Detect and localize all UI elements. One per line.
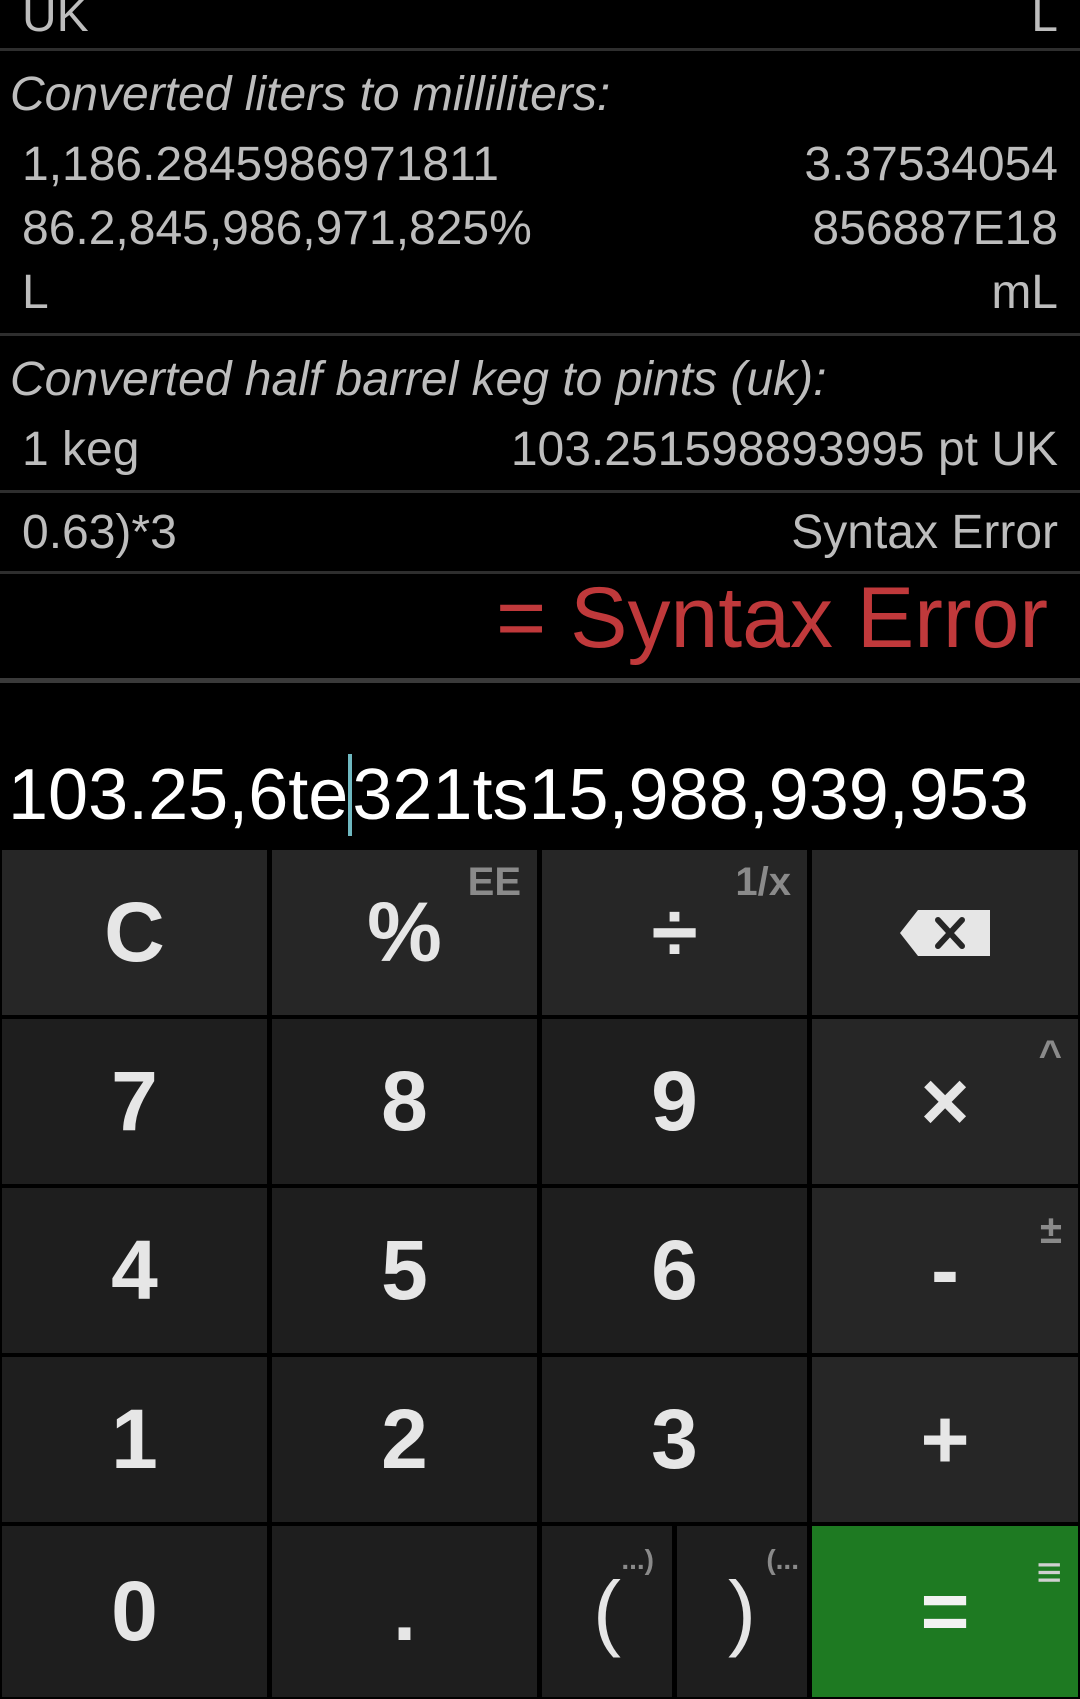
plus-button[interactable]: +	[812, 1357, 1078, 1522]
open-parenthesis-button[interactable]: ( ...)	[542, 1526, 672, 1697]
history-unit: L	[22, 266, 49, 319]
history-right: Syntax Error	[791, 506, 1058, 559]
equals-button[interactable]: = ≡	[812, 1526, 1078, 1697]
clear-label: C	[104, 885, 165, 979]
plus-label: +	[920, 1392, 970, 1486]
decimal-label: .	[392, 1564, 417, 1658]
history-right: 103.251598893995 pt UK	[510, 423, 1058, 476]
digit-6-button[interactable]: 6	[542, 1188, 807, 1353]
digit-label: 2	[381, 1392, 428, 1486]
digit-label: 3	[651, 1392, 698, 1486]
history-value: 1,186.2845986971811	[22, 138, 499, 191]
reciprocal-sublabel: 1/x	[735, 860, 791, 904]
close-parenthesis-button[interactable]: ) (...	[677, 1526, 807, 1697]
percent-label: %	[367, 885, 442, 979]
digit-4-button[interactable]: 4	[2, 1188, 267, 1353]
digit-1-button[interactable]: 1	[2, 1357, 267, 1522]
history-panel[interactable]: UK L Converted liters to milliliters: 1,…	[0, 0, 1080, 574]
percent-button[interactable]: % EE	[272, 850, 537, 1015]
digit-label: 4	[111, 1223, 158, 1317]
clear-button[interactable]: C	[2, 850, 267, 1015]
history-left: 0.63)*3	[22, 506, 177, 559]
history-value: 3.37534054	[804, 138, 1058, 191]
digit-8-button[interactable]: 8	[272, 1019, 537, 1184]
backspace-button[interactable]	[812, 850, 1078, 1015]
history-entry-liters[interactable]: Converted liters to milliliters: 1,186.2…	[0, 51, 1080, 325]
history-left-block: 1,186.2845986971811 86.2,845,986,971,825…	[22, 133, 532, 325]
digit-2-button[interactable]: 2	[272, 1357, 537, 1522]
display-separator	[0, 678, 1080, 683]
minus-button[interactable]: - ±	[812, 1188, 1078, 1353]
history-row: 1,186.2845986971811 86.2,845,986,971,825…	[0, 133, 1080, 325]
expression-input[interactable]: 103.25,6te 321ts15,988,939,953	[0, 740, 1080, 850]
digit-label: 0	[111, 1564, 158, 1658]
close-paren-label: )	[728, 1564, 756, 1658]
history-row: 1 keg 103.251598893995 pt UK	[0, 418, 1080, 482]
equals-label: =	[920, 1564, 970, 1658]
open-paren-sublabel: ...)	[621, 1544, 654, 1575]
digit-label: 6	[651, 1223, 698, 1317]
history-caption: Converted liters to milliliters:	[10, 68, 611, 121]
multiply-button[interactable]: × ^	[812, 1019, 1078, 1184]
decimal-point-button[interactable]: .	[272, 1526, 537, 1697]
result-text: = Syntax Error	[495, 569, 1048, 666]
result-display: = Syntax Error	[0, 558, 1080, 678]
history-right: L	[1031, 0, 1058, 42]
close-paren-sublabel: (...	[766, 1544, 799, 1575]
digit-7-button[interactable]: 7	[2, 1019, 267, 1184]
expression-before-cursor: 103.25,6te	[8, 755, 349, 835]
digit-3-button[interactable]: 3	[542, 1357, 807, 1522]
history-left: 1 keg	[22, 423, 140, 476]
history-value: 86.2,845,986,971,825%	[22, 202, 532, 255]
history-unit: mL	[991, 266, 1058, 319]
history-entry-keg[interactable]: Converted half barrel keg to pints (uk):…	[0, 336, 1080, 482]
digit-label: 5	[381, 1223, 428, 1317]
keypad: C % EE ÷ 1/x 7 8 9 × ^ 4 5 6 - ± 1 2 3 +…	[0, 848, 1080, 1699]
divide-button[interactable]: ÷ 1/x	[542, 850, 807, 1015]
history-right-block: 3.37534054 856887E18 mL	[804, 133, 1058, 325]
plus-minus-sublabel: ±	[1040, 1208, 1062, 1252]
digit-label: 1	[111, 1392, 158, 1486]
history-value: 856887E18	[812, 202, 1058, 255]
digit-label: 7	[111, 1054, 158, 1148]
menu-sublabel: ≡	[1036, 1548, 1062, 1597]
history-left: UK	[22, 0, 89, 42]
open-paren-label: (	[593, 1564, 621, 1658]
minus-label: -	[931, 1223, 959, 1317]
divide-label: ÷	[651, 885, 698, 979]
multiply-label: ×	[920, 1054, 970, 1148]
history-row-units: UK L	[0, 0, 1080, 40]
backspace-icon	[900, 909, 990, 956]
digit-label: 8	[381, 1054, 428, 1148]
expression-after-cursor: 321ts15,988,939,953	[352, 755, 1029, 835]
digit-5-button[interactable]: 5	[272, 1188, 537, 1353]
history-caption: Converted half barrel keg to pints (uk):	[10, 353, 827, 406]
ee-sublabel: EE	[467, 860, 521, 904]
power-sublabel: ^	[1038, 1033, 1062, 1077]
digit-0-button[interactable]: 0	[2, 1526, 267, 1697]
digit-9-button[interactable]: 9	[542, 1019, 807, 1184]
digit-label: 9	[651, 1054, 698, 1148]
